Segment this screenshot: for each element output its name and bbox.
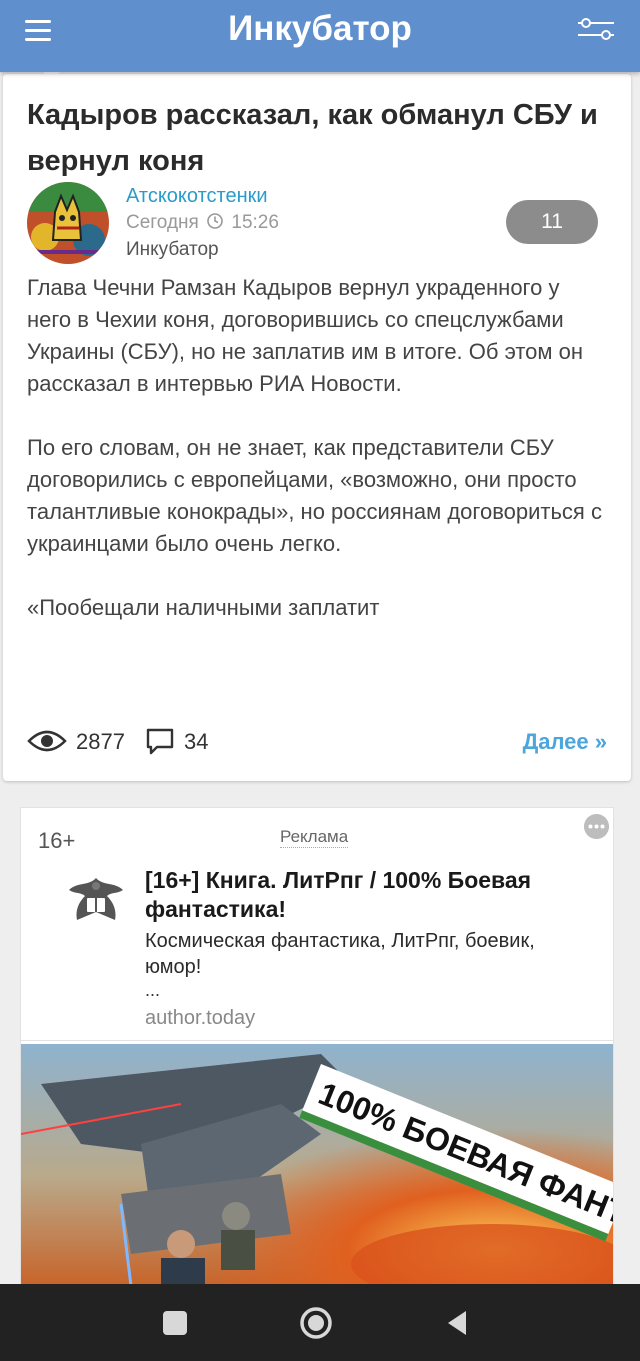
article-body: Глава Чечни Рамзан Кадыров вернул украде… [27,272,607,656]
more-options-icon[interactable] [584,814,609,839]
author-avatar[interactable] [27,182,109,264]
post-title[interactable]: Кадыров рассказал, как обманул СБУ и вер… [27,92,607,184]
date-label: Сегодня [126,212,199,233]
filter-sliders-icon[interactable] [576,16,616,42]
ad-ellipsis: ... [145,980,161,1000]
author-today-logo-icon [69,878,123,920]
divider [21,1040,613,1041]
article-paragraph: По его словам, он не знает, как представ… [27,435,602,556]
article-paragraph: «Пообещали наличными заплатит [27,595,380,620]
rating-badge[interactable]: 11 [506,200,598,244]
triangle-back-icon[interactable] [440,1306,474,1340]
ad-block: 16+ Реклама [16+] Книга. ЛитРпг / 100% Б… [20,807,614,1285]
ad-title[interactable]: [16+] Книга. ЛитРпг / 100% Боевая фантас… [145,866,585,924]
comments-count[interactable]: 34 [184,729,208,755]
square-recents-icon[interactable] [158,1306,192,1340]
views-count: 2877 [76,729,125,754]
app-title: Инкубатор [228,9,412,48]
circle-home-icon[interactable] [299,1306,333,1340]
comment-icon[interactable] [145,727,175,755]
author-link[interactable]: Атскокотстенки [126,185,268,208]
ad-banner-image[interactable]: 100% БОЕВАЯ ФАНТАСТИКА [21,1044,614,1285]
post-date: Сегодня 15:26 [126,212,279,234]
post-time: 15:26 [231,212,279,233]
ad-label: Реклама [280,827,349,848]
post-card: Кадыров рассказал, как обманул СБУ и вер… [3,74,631,781]
system-nav-bar [0,1284,640,1361]
ad-description: Космическая фантастика, ЛитРпг, боевик, … [145,930,535,978]
app-bar: Инкубатор [0,0,640,72]
ad-age-rating: 16+ [38,828,76,853]
eye-icon [27,730,67,752]
ad-domain[interactable]: author.today [145,1007,255,1030]
clock-icon [207,213,223,229]
read-more-link[interactable]: Далее » [523,729,607,755]
post-stats: 2877 34 Далее » [27,726,607,756]
post-category[interactable]: Инкубатор [126,239,219,261]
article-paragraph: Глава Чечни Рамзан Кадыров вернул украде… [27,275,584,396]
